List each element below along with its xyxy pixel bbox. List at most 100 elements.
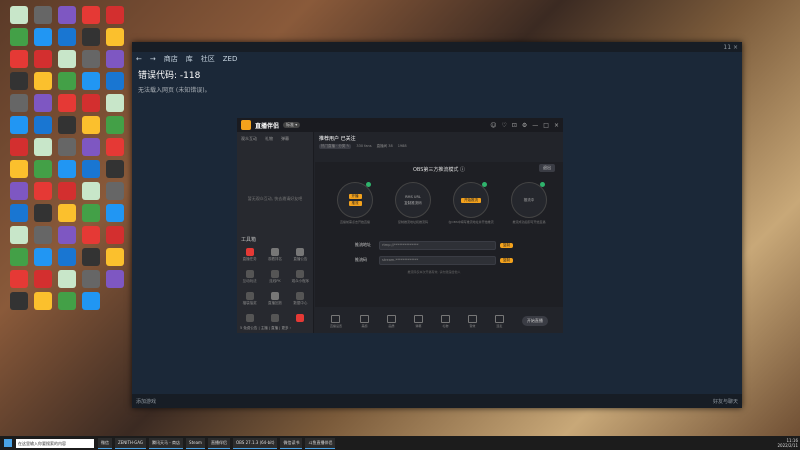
desktop-icon[interactable] <box>100 116 130 134</box>
copy-button[interactable]: 复制 <box>500 257 513 263</box>
step-circle: 开始推流 <box>453 182 489 218</box>
tool-item[interactable]: 直播公告 <box>288 248 313 262</box>
app-icon <box>10 50 28 68</box>
taskbar-item[interactable]: 微信读书 <box>280 437 303 449</box>
desktop-icon[interactable] <box>100 248 130 266</box>
desktop-icon[interactable] <box>100 160 130 178</box>
step-top[interactable]: 开播 <box>348 194 362 199</box>
desktop-icon[interactable] <box>100 94 130 112</box>
desktop-icon[interactable] <box>100 50 130 68</box>
nav-store[interactable]: 商店 <box>164 54 178 64</box>
copy-button[interactable]: 复制 <box>500 242 513 248</box>
tool-item[interactable]: 直播任务 <box>237 248 262 262</box>
desktop-icon[interactable] <box>100 138 130 156</box>
app-icon <box>106 72 124 90</box>
back-icon[interactable]: ← <box>136 55 142 63</box>
app-icon <box>82 138 100 156</box>
setting-label: 推流码 <box>355 257 367 262</box>
desktop-icon[interactable] <box>100 182 130 200</box>
window-control-icon[interactable]: ☺ <box>490 122 496 129</box>
bottom-tool[interactable]: 弹幕 <box>413 314 423 328</box>
start-icon[interactable] <box>4 439 12 447</box>
desktop-icon[interactable] <box>100 72 130 90</box>
tab-item[interactable]: 礼物 <box>265 136 273 142</box>
bottom-tool[interactable]: 美颜 <box>359 314 369 328</box>
step-bottom[interactable]: 开始推流 <box>461 197 481 203</box>
bottom-tool-icon <box>440 314 450 323</box>
app-icon <box>58 248 76 266</box>
bottom-tool-icon <box>359 314 369 323</box>
taskbar-item[interactable]: ZENITH·GAG <box>115 437 147 449</box>
setting-value[interactable]: stream-************* <box>379 255 496 265</box>
window-control-icon[interactable]: × <box>554 122 559 129</box>
step-bottom[interactable]: 推流中 <box>524 198 535 203</box>
friends-chat-button[interactable]: 好友与聊天 <box>713 398 738 405</box>
app-icon <box>10 182 28 200</box>
app-icon <box>106 138 124 156</box>
nav-profile[interactable]: ZED <box>223 55 238 63</box>
bottom-tool[interactable]: 画质 <box>386 314 396 328</box>
tool-item[interactable] <box>262 314 287 323</box>
tool-item[interactable]: 福袋抽奖 <box>237 292 262 306</box>
tool-icon <box>245 292 254 300</box>
app-icon <box>106 270 124 288</box>
tool-item[interactable]: 互动玩法 <box>237 270 262 284</box>
start-live-button[interactable]: 开始直播 <box>521 316 548 326</box>
taskbar-item[interactable]: OBS 27.1.3 (64-bit) <box>232 437 278 449</box>
window-control-icon[interactable]: □ <box>543 122 549 129</box>
tab-item[interactable]: 弹幕 <box>281 136 289 142</box>
step: 开始推流 在OBS中填写推流地址并开始推流 <box>447 182 495 224</box>
room-meta-item[interactable]: 热门直播 · 分类 ✎ <box>319 144 352 149</box>
window-control-icon[interactable]: ⚙ <box>522 122 527 129</box>
window-control-icon[interactable]: — <box>532 122 538 129</box>
tool-item[interactable]: 数据中心 <box>288 292 313 306</box>
search-input[interactable]: 在这里输入你要搜索的内容 <box>16 438 94 448</box>
app-icon <box>34 204 52 222</box>
desktop-icon[interactable] <box>100 204 130 222</box>
desktop-icon[interactable] <box>100 28 130 46</box>
clock[interactable]: 11:16 2022/2/11 <box>777 438 798 448</box>
window-controls[interactable]: 11 × <box>723 44 738 51</box>
tool-item[interactable]: 直播回放 <box>262 292 287 306</box>
forward-icon[interactable]: → <box>150 55 156 63</box>
bottom-tool[interactable]: 连麦 <box>494 314 504 328</box>
taskbar-item[interactable]: 斗鱼直播伴侣 <box>305 437 336 449</box>
bottom-tool[interactable]: 直播设置 <box>330 314 342 328</box>
step-top[interactable]: RMS URL <box>405 195 421 199</box>
app-icon <box>82 50 100 68</box>
setting-value[interactable]: rtmp://************** <box>379 240 496 250</box>
desktop-icon[interactable] <box>76 292 106 310</box>
app-icon <box>82 182 100 200</box>
tool-item[interactable] <box>237 314 262 323</box>
app-icon <box>10 292 28 310</box>
add-game-button[interactable]: 添加游戏 <box>136 398 156 405</box>
tab-item[interactable]: 观众互动 <box>241 136 257 142</box>
tool-item[interactable]: 连线PK <box>262 270 287 284</box>
desktop-icon[interactable] <box>100 6 130 24</box>
window-control-icon[interactable]: ♡ <box>501 122 506 129</box>
app-icon <box>10 204 28 222</box>
tool-item[interactable]: 观众小程序 <box>288 270 313 284</box>
taskbar-item[interactable]: 直播伴侣 <box>207 437 230 449</box>
app-icon <box>106 248 124 266</box>
setting-label: 推流地址 <box>355 242 371 247</box>
tool-item[interactable] <box>288 314 313 323</box>
step-bottom[interactable]: 推流 <box>348 201 362 206</box>
taskbar: 在这里输入你要搜索的内容 微信 ZENITH·GAG 腾讯天马 - 商店 Steam 直… <box>0 436 800 450</box>
step-desc: 推流成功后即可开始直播 <box>512 220 546 224</box>
taskbar-item[interactable]: Steam <box>186 437 205 449</box>
bottom-tool[interactable]: 礼物 <box>440 314 450 328</box>
step-bottom[interactable]: 复制推流码 <box>404 201 422 206</box>
version-badge[interactable]: 标准 ▾ <box>283 122 301 128</box>
desktop-icon[interactable] <box>100 226 130 244</box>
taskbar-item[interactable]: 腾讯天马 - 商店 <box>149 437 184 449</box>
window-control-icon[interactable]: ⊡ <box>512 122 517 129</box>
nav-library[interactable]: 库 <box>186 54 193 64</box>
desktop-icon[interactable] <box>100 270 130 288</box>
nav-community[interactable]: 社区 <box>201 54 215 64</box>
app-icon <box>58 72 76 90</box>
taskbar-item[interactable]: 微信 <box>98 437 112 449</box>
tool-item[interactable]: 观看排名 <box>262 248 287 262</box>
exit-button[interactable]: 退出 <box>539 164 555 172</box>
bottom-tool[interactable]: 音效 <box>467 314 477 328</box>
